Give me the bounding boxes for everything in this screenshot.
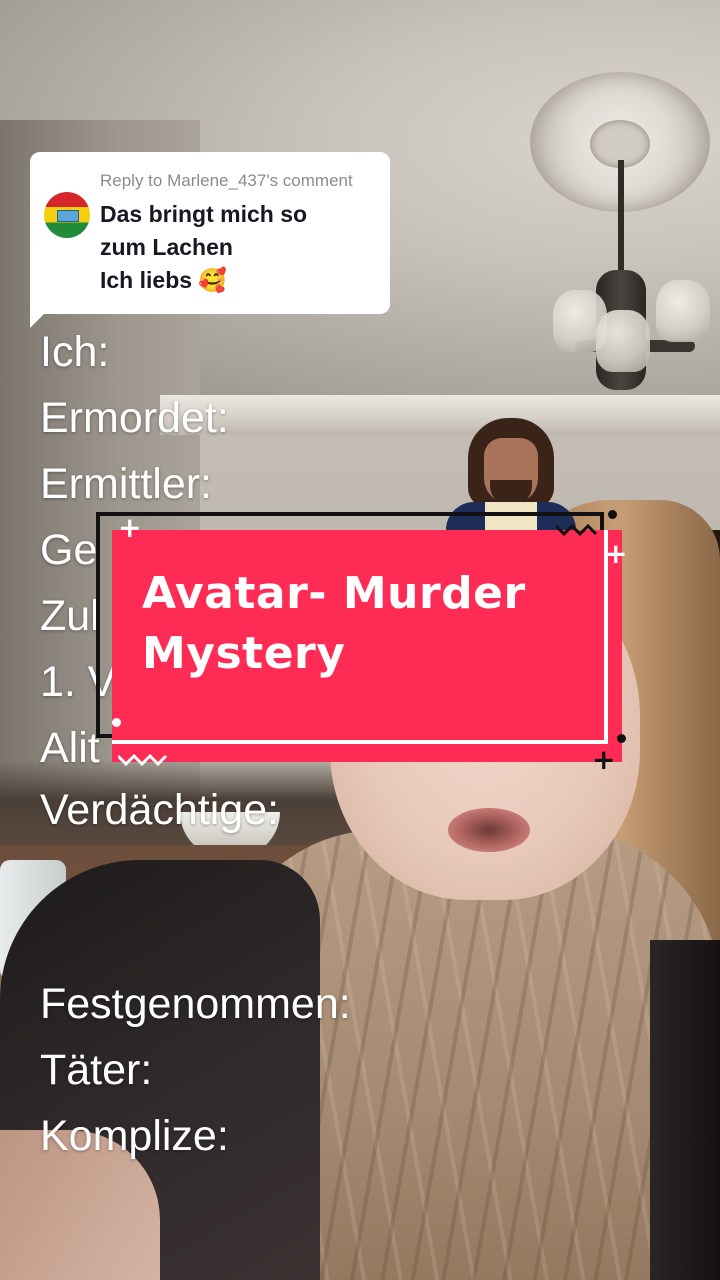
reply-bubble-tail xyxy=(30,306,52,328)
reply-comment-bubble[interactable]: Reply to Marlene_437's comment Das bring… xyxy=(30,152,390,314)
overlay-line-festgenommen: Festgenommen: xyxy=(40,980,351,1028)
dot-decoration-icon xyxy=(112,718,121,727)
overlay-line-ermordet: Ermordet: xyxy=(40,394,229,442)
overlay-line-ich: Ich: xyxy=(40,328,110,376)
overlay-line-ermittler: Ermittler: xyxy=(40,460,212,508)
plus-decoration-icon: + xyxy=(604,537,628,570)
plus-decoration-icon: + xyxy=(118,511,142,544)
zigzag-decoration-icon xyxy=(118,753,168,767)
overlay-line-verdaechtige: Verdächtige: xyxy=(40,786,280,834)
overlay-line-partial: Zul xyxy=(40,592,100,640)
commenter-avatar[interactable] xyxy=(44,192,90,238)
plus-decoration-icon: + xyxy=(592,743,616,776)
overlay-line-partial: Alit xyxy=(40,724,100,772)
reply-header: Reply to Marlene_437's comment xyxy=(100,171,353,190)
cornice xyxy=(160,395,720,435)
zigzag-decoration-icon xyxy=(556,523,598,537)
reply-comment-text: Das bringt mich so zum Lachen Ich liebs … xyxy=(100,198,374,297)
person-mouth xyxy=(448,808,530,852)
reply-line: Das bringt mich so xyxy=(100,201,308,227)
overlay-line-taeter: Täter: xyxy=(40,1046,153,1094)
overlay-line-partial: Ge xyxy=(40,526,98,574)
chandelier-shade xyxy=(596,310,650,372)
dot-decoration-icon xyxy=(617,734,626,743)
reply-line: Ich liebs 🥰 xyxy=(100,267,228,293)
banner-inner-outline xyxy=(112,530,608,744)
reply-line: zum Lachen xyxy=(100,234,233,260)
chandelier-shade xyxy=(656,280,710,342)
dot-decoration-icon xyxy=(608,510,617,519)
overlay-line-komplize: Komplize: xyxy=(40,1112,229,1160)
person-arm xyxy=(650,940,720,1280)
chandelier-chain xyxy=(618,160,624,280)
